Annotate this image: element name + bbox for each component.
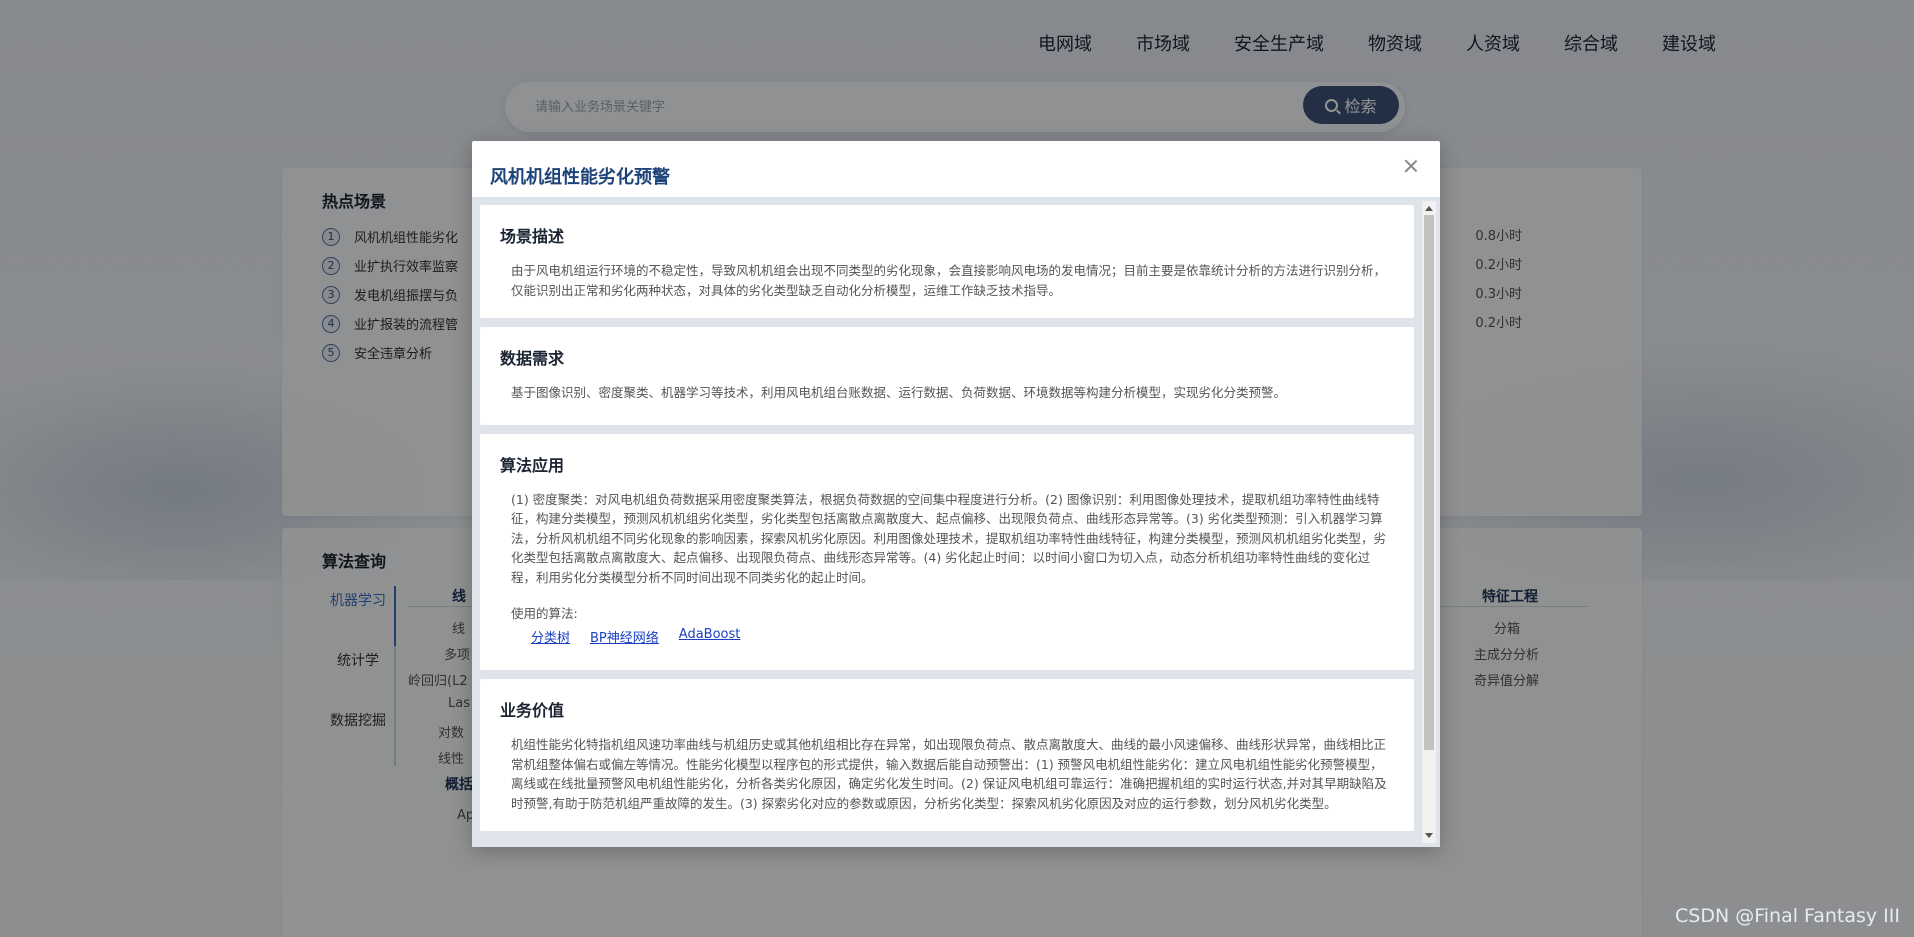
section-text: 由于风电机组运行环境的不稳定性，导致风机机组会出现不同类型的劣化现象，会直接影响… — [511, 263, 1387, 298]
section-text: 基于图像识别、密度聚类、机器学习等技术，利用风电机组台账数据、运行数据、负荷数据… — [511, 385, 1287, 400]
section-text: 机组性能劣化特指机组风速功率曲线与机组历史或其他机组相比存在异常，如出现限负荷点… — [511, 737, 1387, 811]
section-title: 业务价值 — [500, 701, 565, 720]
section-text: (1) 密度聚类：对风电机组负荷数据采用密度聚类算法，根据负荷数据的空间集中程度… — [511, 491, 1387, 585]
algorithm-link-adaboost[interactable]: AdaBoost — [679, 627, 741, 646]
data-requirements-card: 数据需求 基于图像识别、密度聚类、机器学习等技术，利用风电机组台账数据、运行数据… — [480, 327, 1414, 425]
section-title: 算法应用 — [500, 455, 565, 475]
algorithm-link-classification-tree[interactable]: 分类树 — [531, 627, 570, 646]
scrollbar-thumb[interactable] — [1424, 215, 1434, 750]
modal-body[interactable]: 场景描述 由于风电机组运行环境的不稳定性，导致风机机组会出现不同类型的劣化现象，… — [472, 197, 1440, 847]
scroll-up-icon[interactable] — [1425, 206, 1433, 211]
section-title: 场景描述 — [500, 227, 565, 246]
watermark: CSDN @Final Fantasy III — [1675, 905, 1900, 927]
close-icon[interactable] — [1402, 157, 1420, 175]
scenario-description-card: 场景描述 由于风电机组运行环境的不稳定性，导致风机机组会出现不同类型的劣化现象，… — [480, 205, 1414, 318]
algorithms-used-label: 使用的算法: — [511, 606, 578, 621]
modal-scrollbar[interactable] — [1422, 201, 1436, 843]
scenario-detail-modal: 风机机组性能劣化预警 场景描述 由于风电机组运行环境的不稳定性，导致风机机组会出… — [472, 141, 1440, 847]
algorithm-link-bp-neural-network[interactable]: BP神经网络 — [590, 627, 659, 646]
scroll-down-icon[interactable] — [1425, 833, 1433, 838]
modal-title: 风机机组性能劣化预警 — [490, 167, 670, 188]
modal-scroll-content: 场景描述 由于风电机组运行环境的不稳定性，导致风机机组会出现不同类型的劣化现象，… — [480, 205, 1414, 840]
section-title: 数据需求 — [500, 349, 565, 368]
algorithm-application-card: 算法应用 (1) 密度聚类：对风电机组负荷数据采用密度聚类算法，根据负荷数据的空… — [480, 433, 1414, 670]
algorithm-links: 分类树 BP神经网络 AdaBoost — [500, 627, 1394, 646]
business-value-card: 业务价值 机组性能劣化特指机组风速功率曲线与机组历史或其他机组相比存在异常，如出… — [480, 679, 1414, 831]
